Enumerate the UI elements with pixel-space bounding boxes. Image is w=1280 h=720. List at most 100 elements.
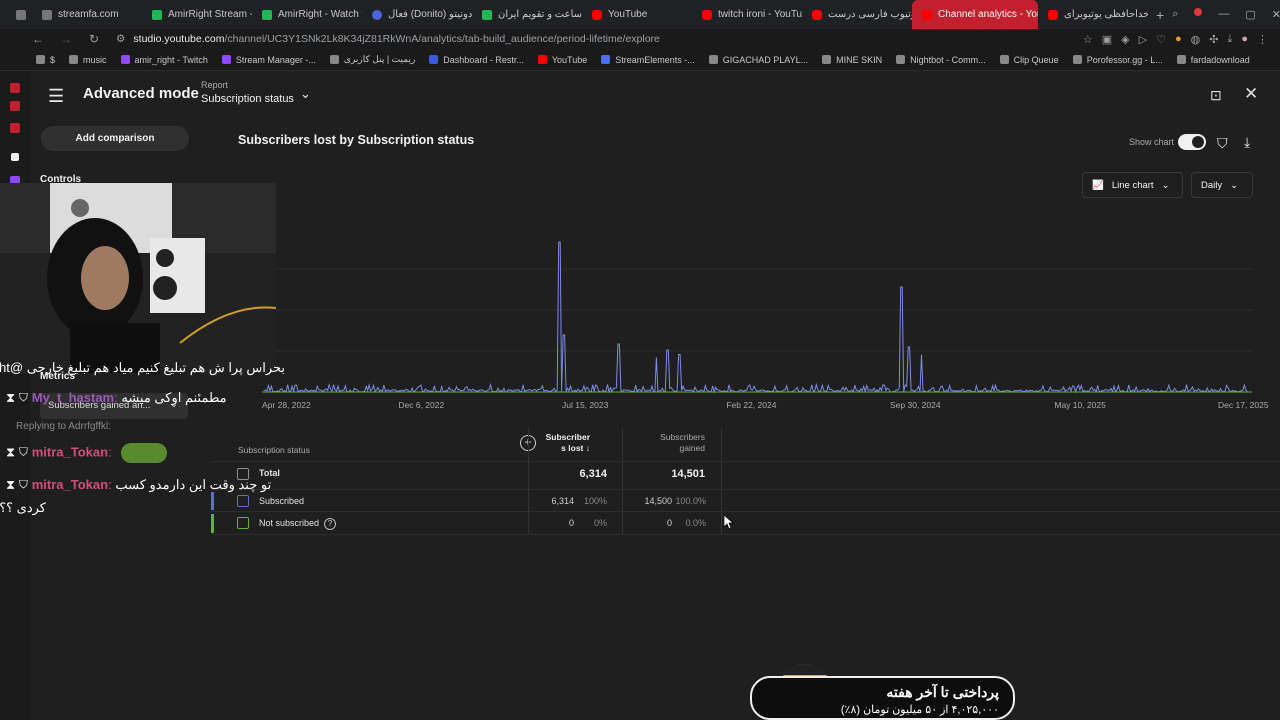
browser-tab[interactable]: twitch ironi - YouTub: [692, 0, 802, 29]
site-info-icon[interactable]: ⚙: [116, 33, 125, 45]
bookmark-item[interactable]: $: [36, 55, 55, 65]
bookmark-item[interactable]: amir_right - Twitch: [120, 55, 208, 65]
bookmark-icon: [221, 55, 231, 64]
menu-icon[interactable]: ⋮: [1257, 33, 1268, 46]
reload-icon[interactable]: ↻: [80, 32, 108, 46]
bookmark-item[interactable]: YouTube: [537, 55, 587, 65]
browser-tab-title: ساعت و تقویم ایران |: [498, 9, 582, 20]
hourglass-icon: ⧗: [6, 477, 16, 492]
browser-tab[interactable]: Channel analytics - YouT: [912, 0, 1038, 29]
chat-username[interactable]: mitra_Tokan: [32, 444, 108, 459]
report-label: Report: [201, 80, 229, 90]
x-axis-tick-label: Dec 17, 2025: [1218, 400, 1269, 410]
extension-icon[interactable]: ●: [1175, 33, 1182, 46]
column-header-subscribers-lost[interactable]: Subscriber s lost ↓: [530, 432, 590, 454]
row-divider: [211, 461, 1280, 462]
bookmark-icon[interactable]: ⛉: [1217, 135, 1228, 152]
report-selector[interactable]: Subscription status: [201, 93, 294, 105]
shield-icon[interactable]: ◈: [1121, 33, 1129, 46]
bookmark-item[interactable]: GIGACHAD PLAYL...: [708, 55, 808, 65]
chart-type-dropdown[interactable]: 📈 Line chart ⌄: [1082, 172, 1183, 198]
new-tab-button[interactable]: +: [1148, 7, 1172, 23]
tab-favicon-icon: [1048, 9, 1058, 20]
download-icon[interactable]: ⤓: [1227, 33, 1232, 46]
series-line-subscribed[interactable]: [263, 241, 1248, 394]
hamburger-menu-icon[interactable]: ☰: [48, 86, 64, 107]
tab-favicon-icon: [42, 9, 52, 20]
address-bar: ← → ↻ ⚙ studio.youtube.com/channel/UC3Y1…: [0, 29, 1280, 49]
bookmark-item[interactable]: StreamElements -...: [601, 55, 695, 65]
line-chart[interactable]: [262, 218, 1252, 400]
pepe-emote-icon: [121, 443, 168, 463]
browser-tab[interactable]: از خداحافظی یوتیوبرای: [1038, 0, 1148, 29]
bookmark-item[interactable]: Nightbot - Comm...: [896, 55, 986, 65]
heart-icon[interactable]: ♡: [1156, 33, 1166, 46]
browser-tab[interactable]: ساعت و تقویم ایران |: [472, 0, 582, 29]
browser-tab[interactable]: فعال (Donito) دونیتو: [362, 0, 472, 29]
show-chart-toggle[interactable]: [1178, 134, 1206, 150]
chevron-down-icon[interactable]: ⌄: [300, 86, 311, 102]
back-icon[interactable]: ←: [24, 32, 52, 46]
bookmark-item[interactable]: Dashboard - Restr...: [429, 55, 524, 65]
chat-username[interactable]: My_t_hastam: [32, 390, 114, 405]
banner-subtitle: ۴,۰۲۵,۰۰۰ از ۵۰ میلیون تومان (۸٪): [840, 704, 999, 716]
column-divider: [721, 428, 722, 535]
bookmark-label: music: [83, 54, 107, 65]
bookmark-item[interactable]: Clip Queue: [999, 55, 1059, 65]
row-divider: [211, 489, 1280, 490]
granularity-dropdown[interactable]: Daily ⌄: [1191, 172, 1253, 198]
browser-tab[interactable]: AmirRight - Watch th: [252, 0, 362, 29]
add-comparison-button[interactable]: Add comparison: [41, 126, 189, 151]
bookmark-icon: [708, 55, 718, 64]
profile-avatar[interactable]: ●: [1241, 33, 1248, 46]
shield-icon: ⛉: [18, 444, 29, 460]
tab-group-icon[interactable]: [16, 9, 26, 20]
search-tabs-icon[interactable]: ⌕: [1172, 8, 1178, 21]
browser-tab-title: AmirRight Stream -: [168, 9, 252, 20]
close-icon[interactable]: ✕: [1244, 84, 1258, 104]
bookmark-item[interactable]: ریمیت | پنل کاربری: [329, 54, 415, 65]
shield-icon: ⛉: [18, 390, 29, 405]
forward-icon[interactable]: →: [52, 32, 80, 46]
browser-tab-title: twitch ironi - YouTub: [718, 9, 802, 20]
bookmark-item[interactable]: Porofessor.gg - L...: [1072, 55, 1163, 65]
browser-tab[interactable]: AmirRight Stream -: [142, 0, 252, 29]
bookmark-icon: [999, 55, 1009, 64]
extension-icon[interactable]: ▣: [1102, 33, 1112, 46]
cast-icon[interactable]: ▷: [1139, 33, 1147, 46]
sidebar-app-icon[interactable]: [10, 101, 20, 111]
url-field[interactable]: ⚙ studio.youtube.com/channel/UC3Y1SNk2Lk…: [116, 33, 660, 45]
bookmark-label: Stream Manager -...: [235, 54, 316, 65]
bookmark-item[interactable]: MINE SKIN: [822, 55, 882, 65]
help-icon[interactable]: ?: [324, 518, 337, 530]
sidebar-app-icon[interactable]: [11, 153, 19, 161]
minimize-icon[interactable]: —: [1218, 8, 1229, 21]
browser-tab[interactable]: streamfa.com: [32, 0, 142, 29]
column-header-subscribers-gained[interactable]: Subscribers gained: [630, 432, 705, 454]
bookmark-item[interactable]: music: [69, 55, 107, 65]
maximize-icon[interactable]: ▢: [1245, 8, 1255, 21]
record-icon[interactable]: [1194, 8, 1203, 16]
column-header-line: Subscribers: [660, 432, 705, 442]
feedback-icon[interactable]: ⊡: [1210, 87, 1222, 104]
browser-tab[interactable]: آیا یوتیوب فارسی درست: [802, 0, 912, 29]
extension-icon[interactable]: ◍: [1191, 33, 1201, 46]
download-icon[interactable]: ⤓: [1244, 134, 1250, 151]
browser-tab[interactable]: YouTube: [582, 0, 692, 29]
cell-gained: 0: [666, 518, 672, 528]
bookmark-star-icon[interactable]: ☆: [1083, 33, 1093, 46]
row-checkbox[interactable]: [237, 517, 249, 529]
bookmark-item[interactable]: Stream Manager -...: [221, 54, 316, 65]
bookmark-icon: [329, 55, 339, 64]
sidebar-app-icon[interactable]: [10, 123, 20, 133]
sidebar-app-icon[interactable]: [10, 83, 20, 93]
column-header-status[interactable]: Subscription status: [238, 445, 310, 455]
studio-header: ☰ Advanced mode Report Subscription stat…: [30, 71, 1280, 119]
chat-username[interactable]: mitra_Tokan: [32, 477, 108, 492]
row-label: Not subscribed: [259, 518, 320, 528]
close-window-icon[interactable]: ✕: [1272, 8, 1280, 21]
browser-tab-title: YouTube: [608, 9, 648, 20]
puzzle-icon[interactable]: ✣: [1209, 33, 1218, 46]
bookmark-item[interactable]: fardadownload: [1176, 55, 1250, 65]
row-checkbox[interactable]: [237, 495, 249, 507]
